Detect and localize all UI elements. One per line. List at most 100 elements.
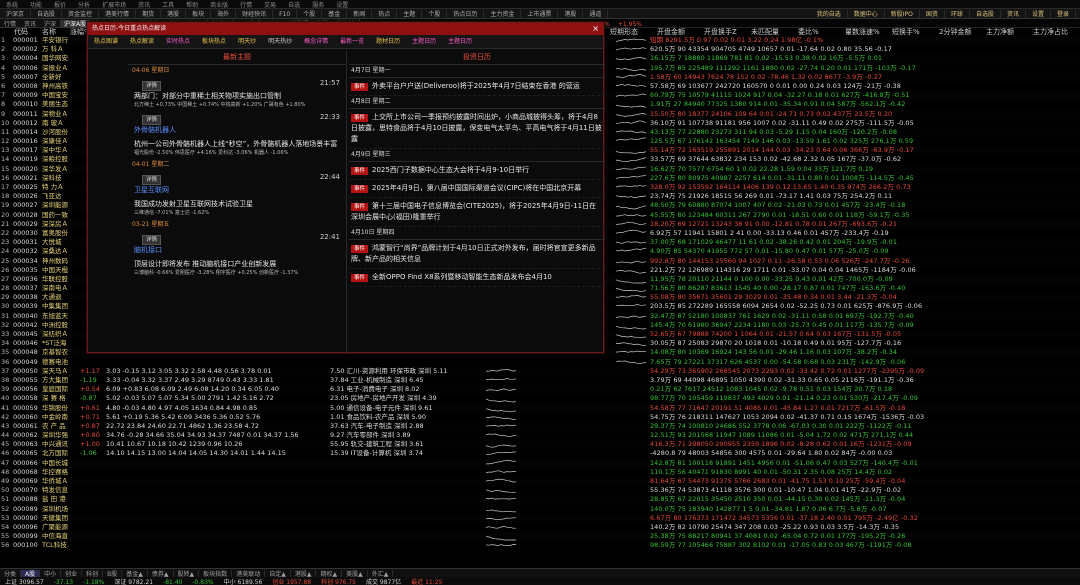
stock-name[interactable]: 特发信息 [42, 486, 68, 495]
stock-name[interactable]: 深粮控股 [42, 155, 68, 164]
topic-text[interactable]: 顶层设计即将发布 推动脑机接口产业创新发展 [134, 259, 342, 269]
table-row[interactable]: 41 000059 华锦股份 +0.61 4.80 -0.03 4.80 4.97 4.… [0, 403, 1080, 413]
stock-name[interactable]: 皇庭国际 [42, 385, 68, 394]
toolbar-button[interactable]: 自选股 [31, 10, 63, 18]
toolbar-button[interactable]: 通道 [583, 10, 609, 18]
stock-name[interactable]: *ST泛海 [42, 339, 66, 348]
stock-code[interactable]: 000010 [13, 100, 38, 109]
stock-name[interactable]: 深科技 [42, 174, 62, 183]
stock-code[interactable]: 000027 [13, 201, 38, 210]
stock-name[interactable]: TCL科技 [42, 541, 67, 550]
toolbar-button[interactable]: 财经快讯 [236, 10, 274, 18]
stock-code[interactable]: 000060 [13, 413, 38, 422]
tab-2[interactable]: 沪深 [40, 20, 60, 27]
menu-item[interactable]: 报价 [48, 2, 72, 8]
toolbar-button[interactable]: 期货 [136, 10, 162, 18]
topic-text[interactable]: 卫星互联网 [134, 185, 342, 195]
stock-code[interactable]: 000038 [13, 293, 38, 302]
stock-code[interactable]: 000062 [13, 431, 38, 440]
toolbar-button[interactable]: F10 [273, 10, 298, 18]
stock-name[interactable]: 万 科Ａ [42, 45, 64, 54]
topic-text[interactable]: 两部门：对部分中重稀土相关物项实施出口管制 [134, 91, 342, 101]
stock-code[interactable]: 000014 [13, 128, 38, 137]
stock-code[interactable]: 000068 [13, 468, 38, 477]
stock-name[interactable]: 方大集团 [42, 376, 68, 385]
popup-tab[interactable]: 概念详情 [298, 35, 334, 49]
popup-tab[interactable]: 主题日历 [442, 35, 478, 49]
toolbar-button[interactable]: 资金监控 [62, 10, 100, 18]
column-header[interactable]: 委比% [798, 28, 819, 36]
calendar-event[interactable]: 事件 外卖平台户户送(Deliveroo)将于2025年4月7日结束在香港 的营运 [349, 78, 605, 96]
stock-name[interactable]: 天健集团 [42, 514, 68, 523]
stock-name[interactable]: 飞亚达 [42, 192, 62, 201]
menu-item[interactable]: 工具 [156, 2, 180, 8]
toolbar-button[interactable]: 沪深京 [0, 10, 32, 18]
stock-code[interactable]: 000055 [13, 376, 38, 385]
table-row[interactable]: 47 000066 中国长城 142.8万 81 100118 91891 1451 … [0, 458, 1080, 468]
calendar-event[interactable]: 事件 全新OPPO Find X8系列暨移动智能生态新品发布会4月10 [349, 269, 605, 287]
topic-text[interactable]: 我国成功发射卫星互联网技术试验卫星 [134, 199, 342, 209]
tab-1[interactable]: 资讯 [20, 20, 40, 27]
table-row[interactable]: 55 000099 中信海直 25.38万 75 88217 80941 37 408… [0, 532, 1080, 542]
menu-item[interactable]: 帮助 [180, 2, 204, 8]
stock-name[interactable]: 德赛电池 [42, 358, 68, 367]
stock-code[interactable]: 000045 [13, 330, 38, 339]
popup-tab[interactable]: 题材日历 [370, 35, 406, 49]
stock-code[interactable]: 000016 [13, 137, 38, 146]
topic-item[interactable]: 详情 22:41 脑机接口 [128, 231, 346, 257]
table-row[interactable]: 52 000089 深圳机场 140.0万 75 183940 142877 1 5 … [0, 505, 1080, 514]
stock-code[interactable]: 000028 [13, 211, 38, 220]
toolbar-button[interactable]: 港股 [161, 10, 187, 18]
topic-item[interactable]: 详情 22:44 卫星互联网 [128, 171, 346, 197]
bottom-tab[interactable]: 股转▲ [174, 570, 200, 577]
stock-name[interactable]: 深深房Ａ [42, 220, 68, 229]
menu-item[interactable]: 设置 [330, 2, 354, 8]
tab-0[interactable]: 行情 [0, 20, 20, 27]
stock-name[interactable]: 广聚能源 [42, 523, 68, 532]
bottom-tab[interactable]: 自定▲ [265, 570, 291, 577]
menu-item[interactable]: 自选 [282, 2, 306, 8]
stock-name[interactable]: 北方国际 [42, 449, 68, 458]
stock-name[interactable]: 中国宝安 [42, 91, 68, 100]
stock-name[interactable]: 中集集团 [42, 302, 68, 311]
stock-code[interactable]: 000066 [13, 459, 38, 468]
stock-name[interactable]: 神州数码 [42, 257, 68, 266]
stock-name[interactable]: 华控赛格 [42, 468, 68, 477]
stock-code[interactable]: 000007 [13, 73, 38, 82]
stock-code[interactable]: 000100 [13, 541, 38, 550]
table-row[interactable]: 42 000060 中金岭南 +0.71 5.61 +0.19 5.36 5.42 6.… [0, 413, 1080, 422]
column-header[interactable]: 代码 [14, 28, 28, 36]
menu-item[interactable]: 系统 [0, 2, 24, 8]
toolbar-right-button[interactable]: 资讯 [1001, 10, 1026, 18]
menu-item[interactable]: 资讯 [132, 2, 156, 8]
toolbar-button[interactable]: 热点日历 [447, 10, 485, 18]
detail-tag[interactable]: 详情 [142, 175, 162, 185]
stock-name[interactable]: 中国长城 [42, 459, 68, 468]
table-row[interactable]: 56 000100 TCL科技 98.59万 77 105466 75887 302 … [0, 541, 1080, 550]
calendar-event[interactable]: 事件 2025西门子数据中心生态大会将于4月9-10日举行 [349, 162, 605, 180]
topic-text[interactable]: 杭州一公司外骨骼机器人上线“秒空”，外骨骼机器人落地场景丰富 [134, 139, 342, 149]
menu-item[interactable]: 行情 [234, 2, 258, 8]
toolbar-right-button[interactable]: 登录 [1051, 10, 1076, 18]
stock-name[interactable]: 深圳华强 [42, 431, 68, 440]
bottom-tab[interactable]: 外汇▲ [368, 570, 394, 577]
stock-code[interactable]: 000034 [13, 257, 38, 266]
stock-name[interactable]: 中洲控股 [42, 321, 68, 330]
bottom-tab[interactable]: 板块指数 [199, 570, 233, 577]
stock-code[interactable]: 000089 [13, 505, 38, 514]
stock-name[interactable]: 华联控股 [42, 275, 68, 284]
toolbar-right-button[interactable]: 数据中心 [848, 10, 885, 18]
detail-tag[interactable]: 详情 [142, 81, 162, 91]
bottom-tab[interactable]: 债券▲ [148, 570, 174, 577]
stock-name[interactable]: 沙河股份 [42, 128, 68, 137]
stock-name[interactable]: 深天马Ａ [42, 367, 68, 376]
topic-item[interactable]: 详情 21:57 两部门：对部分中重稀土相关物项实施出口管制 北方稀土 +0.73% … [128, 77, 346, 111]
stock-name[interactable]: 中国天楹 [42, 266, 68, 275]
column-header[interactable]: 主力净额 [986, 28, 1014, 36]
bottom-tab[interactable]: A股 [21, 570, 41, 577]
bottom-tab[interactable]: 基金▲ [122, 570, 148, 577]
toolbar-button[interactable]: 主力资金 [484, 10, 522, 18]
stock-code[interactable]: 000021 [13, 174, 38, 183]
stock-code[interactable]: 000090 [13, 514, 38, 523]
toolbar-button[interactable]: 个股 [297, 10, 323, 18]
